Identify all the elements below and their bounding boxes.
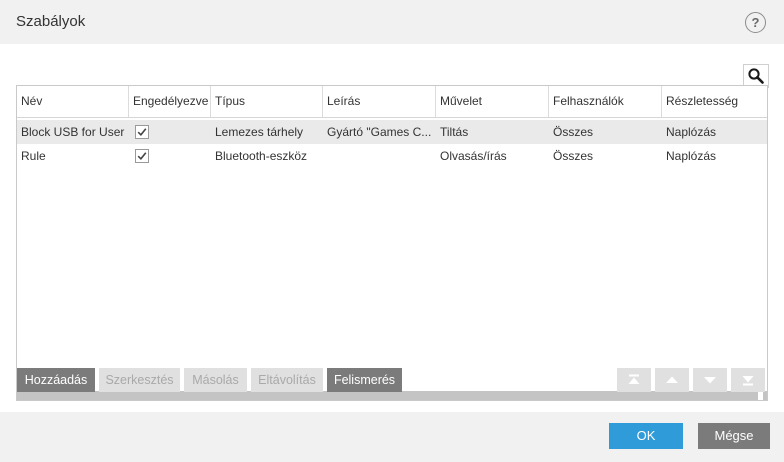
horizontal-scrollbar[interactable] [17, 391, 767, 400]
column-header-action[interactable]: Művelet [436, 86, 549, 117]
cell-action: Tiltás [440, 125, 469, 139]
rules-panel: Név Engedélyezve Típus Leírás Művelet Fe… [0, 44, 784, 412]
edit-button[interactable]: Szerkesztés [99, 368, 180, 392]
enabled-checkbox[interactable] [135, 125, 149, 139]
help-icon[interactable]: ? [745, 12, 766, 33]
table-row[interactable]: Rule Bluetooth-eszköz Olvasás/írás Össze… [17, 144, 767, 168]
remove-button[interactable]: Eltávolítás [251, 368, 323, 392]
cell-name: Block USB for User [21, 125, 125, 139]
dialog-title: Szabályok [16, 13, 86, 30]
search-icon [748, 68, 764, 84]
cell-users: Összes [553, 125, 594, 139]
copy-button[interactable]: Másolás [184, 368, 247, 392]
move-up-button[interactable] [655, 368, 689, 392]
column-header-enabled[interactable]: Engedélyezve [129, 86, 211, 117]
rules-table: Név Engedélyezve Típus Leírás Művelet Fe… [16, 85, 768, 401]
move-up-icon [666, 376, 678, 383]
move-to-top-icon [628, 374, 640, 384]
cell-action: Olvasás/írás [440, 149, 507, 163]
cell-name: Rule [21, 149, 46, 163]
cell-type: Bluetooth-eszköz [215, 149, 308, 163]
move-down-button[interactable] [693, 368, 727, 392]
cell-enabled [129, 144, 211, 168]
check-icon [137, 152, 147, 160]
column-header-description[interactable]: Leírás [323, 86, 436, 117]
cell-verbosity: Naplózás [666, 149, 717, 163]
cell-description: Gyártó "Games C... [327, 125, 432, 139]
cell-type: Lemezes tárhely [215, 125, 304, 139]
move-to-bottom-icon [742, 376, 754, 386]
cell-enabled [129, 120, 211, 144]
enabled-checkbox[interactable] [135, 149, 149, 163]
scrollbar-end [758, 391, 763, 400]
table-header: Név Engedélyezve Típus Leírás Művelet Fe… [17, 86, 767, 118]
ok-button[interactable]: OK [609, 423, 683, 449]
cell-users: Összes [553, 149, 594, 163]
move-to-top-button[interactable] [617, 368, 651, 392]
cancel-button[interactable]: Mégse [698, 423, 770, 449]
cell-verbosity: Naplózás [666, 125, 717, 139]
column-header-name[interactable]: Név [17, 86, 129, 117]
title-bar: Szabályok ? [0, 0, 784, 44]
detect-button[interactable]: Felismerés [327, 368, 402, 392]
column-header-verbosity[interactable]: Részletesség [662, 86, 767, 117]
column-header-type[interactable]: Típus [211, 86, 323, 117]
move-to-bottom-button[interactable] [731, 368, 765, 392]
table-row[interactable]: Block USB for User Lemezes tárhely Gyárt… [17, 120, 767, 144]
dialog-footer: OK Mégse [0, 412, 784, 462]
cell-description [323, 144, 436, 168]
add-button[interactable]: Hozzáadás [17, 368, 95, 392]
check-icon [137, 128, 147, 136]
column-header-users[interactable]: Felhasználók [549, 86, 662, 117]
move-down-icon [704, 377, 716, 384]
